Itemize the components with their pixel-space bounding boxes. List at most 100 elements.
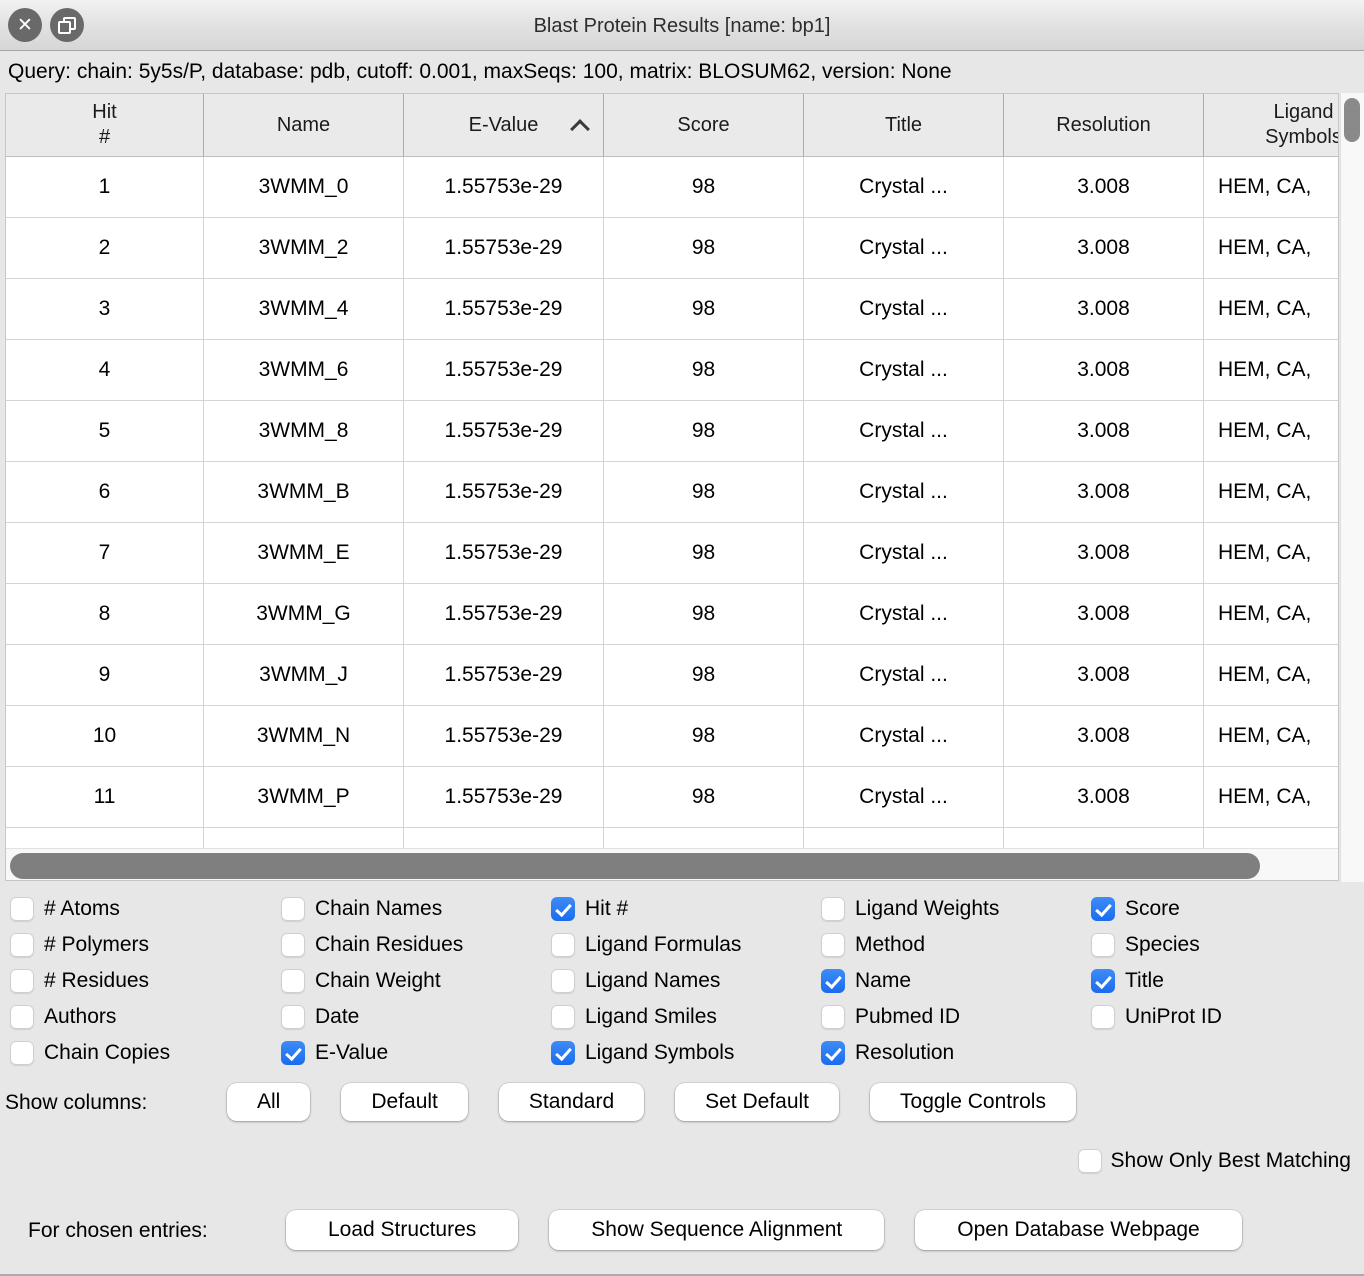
checkbox-icon[interactable]: [281, 1005, 305, 1029]
checkbox-icon[interactable]: [551, 933, 575, 957]
table-row[interactable]: 113WMM_P1.55753e-2998Crystal ...3.008HEM…: [6, 767, 1339, 828]
column-toggle-title[interactable]: Title: [1091, 963, 1222, 999]
column-toggle-ligand-smiles[interactable]: Ligand Smiles: [551, 999, 741, 1035]
checkbox-icon[interactable]: [1091, 1005, 1115, 1029]
chosen-entries-open-database-webpage-button[interactable]: Open Database Webpage: [915, 1210, 1241, 1250]
table-cell: 1.55753e-29: [404, 584, 604, 644]
checkbox-checked-icon[interactable]: [821, 969, 845, 993]
column-toggle-residues[interactable]: # Residues: [10, 963, 170, 999]
table-cell: 98: [604, 523, 804, 583]
table-row[interactable]: 83WMM_G1.55753e-2998Crystal ...3.008HEM,…: [6, 584, 1339, 645]
column-toggle-resolution[interactable]: Resolution: [821, 1035, 999, 1071]
checkbox-label: Authors: [44, 1005, 116, 1029]
column-header-score[interactable]: Score: [604, 94, 804, 156]
checkbox-icon[interactable]: [1078, 1149, 1102, 1173]
checkbox-icon[interactable]: [281, 897, 305, 921]
column-header-title[interactable]: Title: [804, 94, 1004, 156]
column-toggle-pubmed-id[interactable]: Pubmed ID: [821, 999, 999, 1035]
checkbox-icon[interactable]: [281, 933, 305, 957]
table-row[interactable]: 33WMM_41.55753e-2998Crystal ...3.008HEM,…: [6, 279, 1339, 340]
checkbox-checked-icon[interactable]: [821, 1041, 845, 1065]
column-toggle-polymers[interactable]: # Polymers: [10, 927, 170, 963]
column-toggle-e-value[interactable]: E-Value: [281, 1035, 463, 1071]
checkbox-icon[interactable]: [10, 969, 34, 993]
table-row[interactable]: 73WMM_E1.55753e-2998Crystal ...3.008HEM,…: [6, 523, 1339, 584]
column-toggle-chain-residues[interactable]: Chain Residues: [281, 927, 463, 963]
show-columns-all-button[interactable]: All: [227, 1083, 310, 1121]
table-cell: 1.55753e-29: [404, 218, 604, 278]
table-row[interactable]: 23WMM_21.55753e-2998Crystal ...3.008HEM,…: [6, 218, 1339, 279]
checkbox-icon[interactable]: [10, 1041, 34, 1065]
table-row[interactable]: 53WMM_81.55753e-2998Crystal ...3.008HEM,…: [6, 401, 1339, 462]
checkbox-label: # Polymers: [44, 933, 149, 957]
results-table: Hit#NameE-ValueScoreTitleResolutionLigan…: [5, 93, 1339, 881]
column-toggle-species[interactable]: Species: [1091, 927, 1222, 963]
show-columns-default-button[interactable]: Default: [341, 1083, 468, 1121]
column-toggle-atoms[interactable]: # Atoms: [10, 891, 170, 927]
table-row[interactable]: 63WMM_B1.55753e-2998Crystal ...3.008HEM,…: [6, 462, 1339, 523]
table-cell: Crystal ...: [804, 401, 1004, 461]
checkbox-icon[interactable]: [821, 933, 845, 957]
column-toggle-ligand-formulas[interactable]: Ligand Formulas: [551, 927, 741, 963]
show-columns-set-default-button[interactable]: Set Default: [675, 1083, 839, 1121]
show-columns-standard-button[interactable]: Standard: [499, 1083, 644, 1121]
column-toggle-authors[interactable]: Authors: [10, 999, 170, 1035]
column-toggle-ligand-names[interactable]: Ligand Names: [551, 963, 741, 999]
column-toggle-hit[interactable]: Hit #: [551, 891, 741, 927]
checkbox-icon[interactable]: [821, 1005, 845, 1029]
checkbox-icon[interactable]: [821, 897, 845, 921]
checkbox-icon[interactable]: [1091, 933, 1115, 957]
table-cell: Crystal ...: [804, 584, 1004, 644]
column-header-e-value[interactable]: E-Value: [404, 94, 604, 156]
checkbox-icon[interactable]: [281, 969, 305, 993]
column-toggle-date[interactable]: Date: [281, 999, 463, 1035]
table-cell: 98: [604, 706, 804, 766]
checkbox-label: UniProt ID: [1125, 1005, 1222, 1029]
column-toggle-uniprot-id[interactable]: UniProt ID: [1091, 999, 1222, 1035]
table-cell: 1.55753e-29: [404, 767, 604, 827]
column-toggle-chain-weight[interactable]: Chain Weight: [281, 963, 463, 999]
table-row[interactable]: 43WMM_61.55753e-2998Crystal ...3.008HEM,…: [6, 340, 1339, 401]
checkbox-label: Chain Weight: [315, 969, 441, 993]
vertical-scrollbar[interactable]: [1340, 93, 1364, 882]
table-cell: 3WMM_8: [204, 401, 404, 461]
checkbox-icon[interactable]: [10, 933, 34, 957]
horizontal-scrollbar[interactable]: [6, 848, 1338, 881]
query-summary: Query: chain: 5y5s/P, database: pdb, cut…: [0, 51, 1364, 92]
table-cell: Crystal ...: [804, 462, 1004, 522]
column-toggle-name[interactable]: Name: [821, 963, 999, 999]
show-columns-toggle-controls-button[interactable]: Toggle Controls: [870, 1083, 1076, 1121]
checkbox-checked-icon[interactable]: [551, 1041, 575, 1065]
show-only-best-matching-toggle[interactable]: Show Only Best Matching: [1078, 1149, 1351, 1173]
column-header-resolution[interactable]: Resolution: [1004, 94, 1204, 156]
column-toggle-chain-copies[interactable]: Chain Copies: [10, 1035, 170, 1071]
checkbox-checked-icon[interactable]: [1091, 969, 1115, 993]
table-row[interactable]: 13WMM_01.55753e-2998Crystal ...3.008HEM,…: [6, 157, 1339, 218]
column-header-name[interactable]: Name: [204, 94, 404, 156]
horizontal-scrollbar-thumb[interactable]: [10, 853, 1260, 879]
table-cell: 98: [604, 218, 804, 278]
column-toggle-ligand-symbols[interactable]: Ligand Symbols: [551, 1035, 741, 1071]
checkbox-icon[interactable]: [10, 1005, 34, 1029]
column-toggle-score[interactable]: Score: [1091, 891, 1222, 927]
checkbox-icon[interactable]: [551, 1005, 575, 1029]
table-header: Hit#NameE-ValueScoreTitleResolutionLigan…: [6, 94, 1339, 157]
table-cell: 3.008: [1004, 340, 1204, 400]
checkbox-checked-icon[interactable]: [1091, 897, 1115, 921]
table-row[interactable]: 93WMM_J1.55753e-2998Crystal ...3.008HEM,…: [6, 645, 1339, 706]
checkbox-icon[interactable]: [551, 969, 575, 993]
checkbox-checked-icon[interactable]: [551, 897, 575, 921]
column-toggle-ligand-weights[interactable]: Ligand Weights: [821, 891, 999, 927]
table-cell: 9: [6, 645, 204, 705]
column-toggle-method[interactable]: Method: [821, 927, 999, 963]
chosen-entries-show-sequence-alignment-button[interactable]: Show Sequence Alignment: [549, 1210, 884, 1250]
table-row[interactable]: 103WMM_N1.55753e-2998Crystal ...3.008HEM…: [6, 706, 1339, 767]
checkbox-checked-icon[interactable]: [281, 1041, 305, 1065]
vertical-scrollbar-thumb[interactable]: [1344, 98, 1360, 142]
chosen-entries-load-structures-button[interactable]: Load Structures: [286, 1210, 518, 1250]
table-cell: Crystal ...: [804, 706, 1004, 766]
column-header-hit[interactable]: Hit#: [6, 94, 204, 156]
column-header-ligand-symbols[interactable]: LigandSymbols: [1204, 94, 1339, 156]
checkbox-icon[interactable]: [10, 897, 34, 921]
column-toggle-chain-names[interactable]: Chain Names: [281, 891, 463, 927]
